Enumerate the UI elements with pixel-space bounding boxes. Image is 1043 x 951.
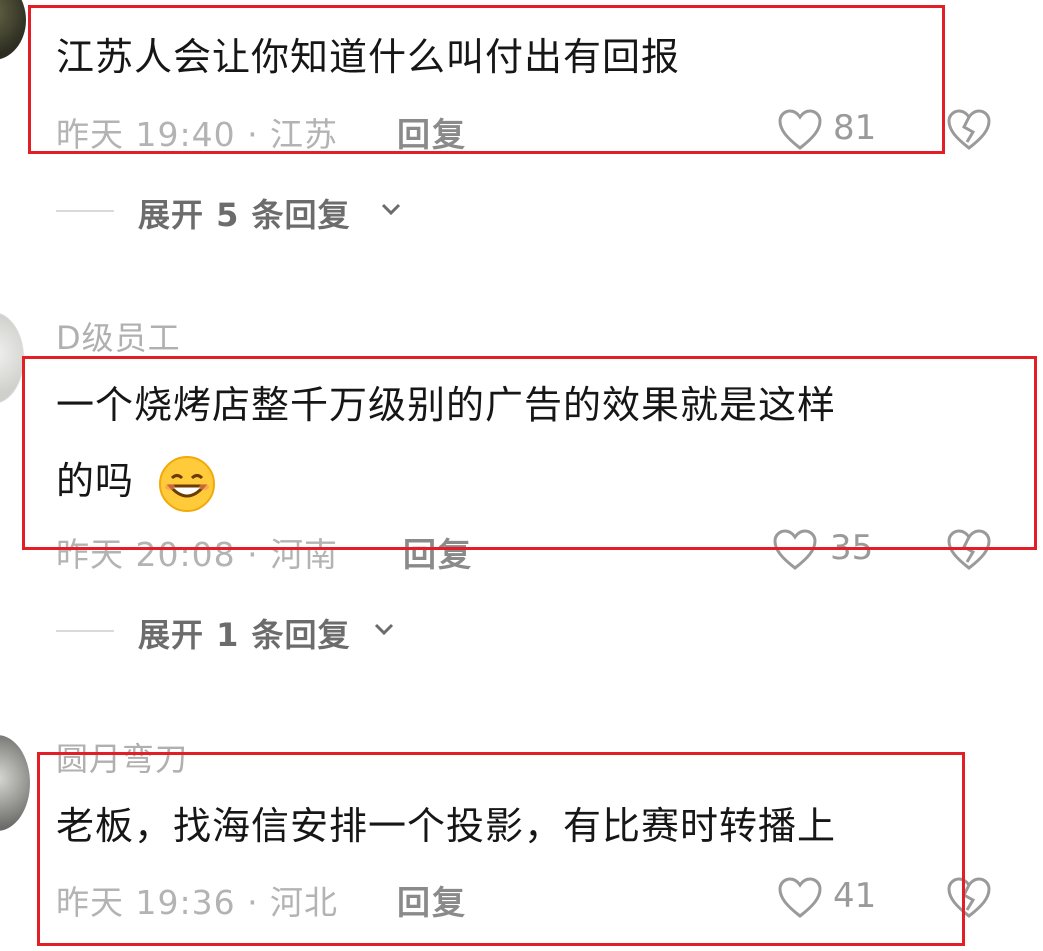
highlight-box <box>28 5 945 154</box>
broken-heart-icon[interactable] <box>946 108 992 152</box>
avatar[interactable] <box>0 0 26 60</box>
chevron-down-icon <box>374 622 394 636</box>
highlight-box <box>22 356 1037 550</box>
expand-label: 展开 5 条回复 <box>138 196 351 234</box>
username[interactable]: D级员工 <box>56 313 181 359</box>
highlight-box <box>37 752 965 946</box>
divider <box>56 630 114 632</box>
divider <box>56 210 114 212</box>
avatar[interactable] <box>0 735 30 831</box>
expand-label: 展开 1 条回复 <box>138 616 351 654</box>
expand-replies-button[interactable]: 展开 1 条回复 <box>138 610 394 656</box>
expand-replies-button[interactable]: 展开 5 条回复 <box>138 190 401 236</box>
avatar[interactable] <box>0 312 24 404</box>
chevron-down-icon <box>381 202 401 216</box>
